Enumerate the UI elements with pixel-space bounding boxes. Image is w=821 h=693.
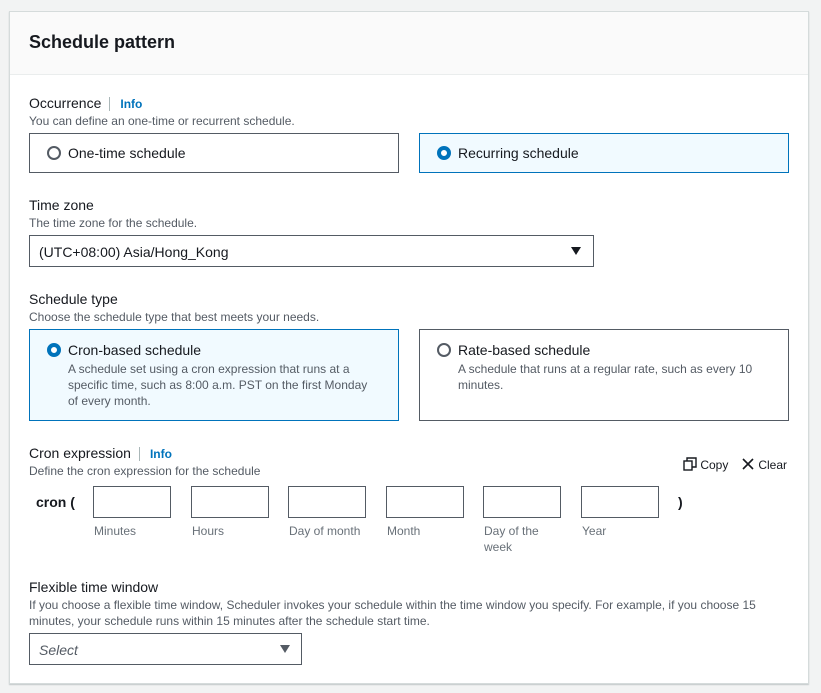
cron-minutes-input[interactable] bbox=[93, 486, 171, 518]
occurrence-label: Occurrence bbox=[29, 95, 102, 111]
panel-header: Schedule pattern bbox=[10, 12, 808, 75]
timezone-select[interactable]: (UTC+08:00) Asia/Hong_Kong bbox=[29, 235, 594, 267]
copy-label: Copy bbox=[700, 458, 729, 472]
cron-info-link[interactable]: Info bbox=[138, 447, 172, 461]
timezone-description: The time zone for the schedule. bbox=[29, 216, 198, 230]
cron-suffix: ) bbox=[678, 494, 683, 510]
flexible-window-placeholder: Select bbox=[39, 642, 78, 658]
cron-hours-label: Hours bbox=[192, 524, 225, 538]
schedule-type-description: Choose the schedule type that best meets… bbox=[29, 310, 320, 324]
flexible-window-label: Flexible time window bbox=[29, 579, 159, 595]
clear-label: Clear bbox=[758, 458, 788, 472]
cron-day-of-week-label: Day of the week bbox=[484, 524, 539, 554]
cron-minutes-label: Minutes bbox=[94, 524, 137, 538]
recurring-label: Recurring schedule bbox=[458, 145, 579, 161]
flexible-window-description: If you choose a flexible time window, Sc… bbox=[29, 598, 756, 628]
cron-day-of-month-label: Day of month bbox=[289, 524, 361, 538]
cron-based-radio[interactable] bbox=[47, 343, 61, 357]
one-time-label: One-time schedule bbox=[68, 145, 186, 161]
cron-description: Define the cron expression for the sched… bbox=[29, 464, 261, 478]
one-time-radio[interactable] bbox=[47, 146, 61, 160]
copy-button[interactable]: Copy bbox=[683, 457, 728, 473]
occurrence-description: You can define an one-time or recurrent … bbox=[29, 114, 295, 128]
close-icon bbox=[742, 458, 754, 470]
cron-month-input[interactable] bbox=[386, 486, 464, 518]
recurring-schedule-option[interactable]: Recurring schedule bbox=[419, 133, 789, 173]
cron-prefix: cron ( bbox=[36, 494, 75, 510]
cron-year-label: Year bbox=[582, 524, 607, 538]
copy-icon bbox=[683, 457, 697, 471]
recurring-radio[interactable] bbox=[437, 146, 451, 160]
cron-label: Cron expression bbox=[29, 445, 131, 461]
rate-based-description: A schedule that runs at a regular rate, … bbox=[458, 362, 753, 392]
cron-month-label: Month bbox=[387, 524, 421, 538]
clear-button[interactable]: Clear bbox=[741, 457, 787, 473]
rate-based-label: Rate-based schedule bbox=[458, 342, 591, 358]
caret-down-icon bbox=[571, 247, 581, 255]
timezone-label: Time zone bbox=[29, 197, 94, 213]
cron-based-option[interactable]: Cron-based schedule A schedule set using… bbox=[29, 329, 399, 421]
cron-year-input[interactable] bbox=[581, 486, 659, 518]
occurrence-label-row: Occurrence Info bbox=[29, 94, 143, 113]
panel-title: Schedule pattern bbox=[29, 32, 176, 52]
cron-based-description: A schedule set using a cron expression t… bbox=[68, 362, 368, 408]
caret-down-icon bbox=[280, 645, 290, 653]
schedule-type-label: Schedule type bbox=[29, 291, 118, 307]
rate-based-radio[interactable] bbox=[437, 343, 451, 357]
flexible-window-select[interactable]: Select bbox=[29, 633, 302, 665]
cron-based-label: Cron-based schedule bbox=[68, 342, 202, 358]
cron-day-of-month-input[interactable] bbox=[288, 486, 366, 518]
occurrence-info-link[interactable]: Info bbox=[109, 97, 143, 111]
cron-day-of-week-input[interactable] bbox=[483, 486, 561, 518]
timezone-value: (UTC+08:00) Asia/Hong_Kong bbox=[39, 244, 229, 260]
cron-hours-input[interactable] bbox=[191, 486, 269, 518]
one-time-schedule-option[interactable]: One-time schedule bbox=[29, 133, 399, 173]
rate-based-option[interactable]: Rate-based schedule A schedule that runs… bbox=[419, 329, 789, 421]
cron-label-row: Cron expression Info bbox=[29, 444, 172, 463]
